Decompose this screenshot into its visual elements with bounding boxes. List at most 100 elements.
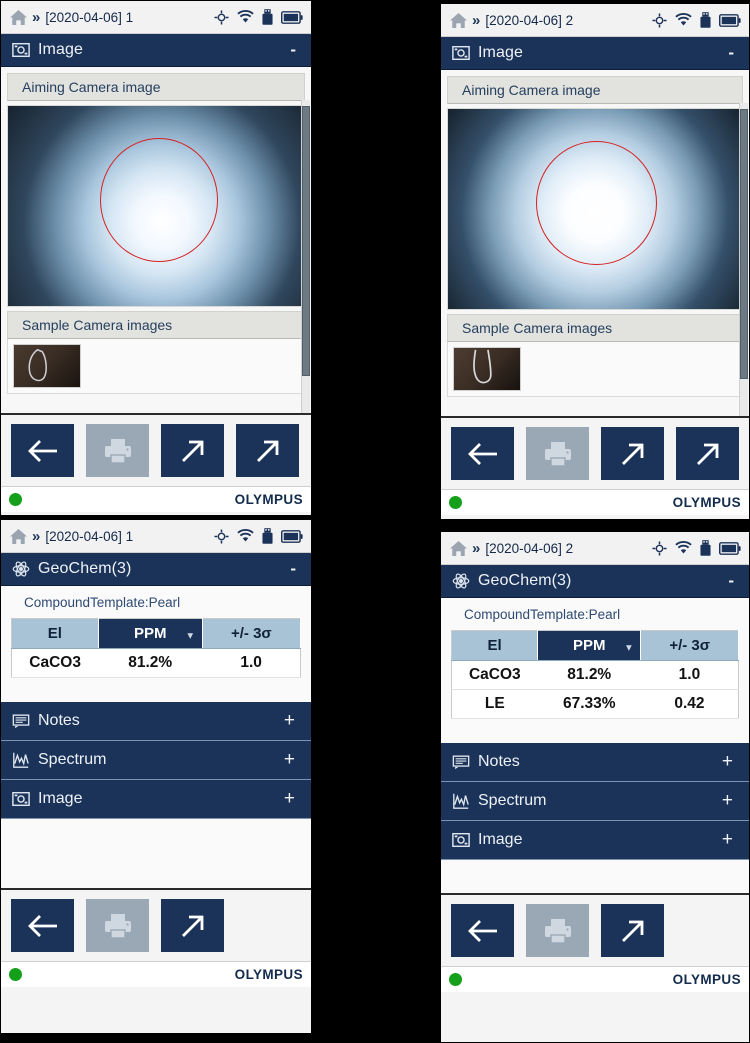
toolbar bbox=[1, 413, 311, 486]
scrollbar-thumb[interactable] bbox=[302, 106, 310, 376]
notes-icon bbox=[452, 755, 470, 770]
compound-template-label: CompoundTemplate:Pearl bbox=[24, 595, 181, 610]
collapse-toggle[interactable]: - bbox=[290, 40, 300, 60]
gps-icon bbox=[214, 9, 229, 25]
back-button[interactable] bbox=[11, 424, 74, 477]
collapse-toggle[interactable]: - bbox=[728, 571, 738, 591]
sample-thumbnail[interactable] bbox=[453, 347, 521, 391]
column-header-ppm[interactable]: PPM ▾ bbox=[98, 618, 203, 649]
arrow-upright-icon bbox=[696, 443, 718, 465]
aiming-camera-wrap bbox=[447, 104, 743, 314]
column-header-ppm[interactable]: PPM ▾ bbox=[537, 630, 642, 661]
arrow-upright-icon bbox=[621, 920, 643, 942]
collapsed-title: Image bbox=[38, 790, 83, 807]
gps-icon bbox=[652, 12, 667, 28]
aiming-camera-image[interactable] bbox=[7, 105, 305, 307]
breadcrumb: [2020-04-06] 2 bbox=[485, 540, 574, 556]
image-scrollbar[interactable] bbox=[301, 100, 310, 413]
section-header-image[interactable]: Image - bbox=[441, 37, 749, 70]
share-button[interactable] bbox=[236, 424, 299, 477]
collapsed-section-notes[interactable]: Notes + bbox=[441, 743, 749, 782]
brand-logo: OLYMPUS bbox=[234, 492, 303, 507]
back-button[interactable] bbox=[451, 427, 514, 480]
section-header-image[interactable]: Image - bbox=[1, 34, 311, 67]
status-led-green bbox=[449, 973, 462, 986]
collapsed-section-spectrum[interactable]: Spectrum + bbox=[441, 782, 749, 821]
column-header-ppm-label: PPM bbox=[133, 625, 167, 642]
collapsed-section-image[interactable]: Image + bbox=[1, 780, 311, 819]
expand-toggle[interactable]: + bbox=[722, 751, 738, 773]
footer: OLYMPUS bbox=[441, 489, 749, 515]
status-bar: » [2020-04-06] 1 bbox=[1, 1, 311, 34]
collapse-toggle[interactable]: - bbox=[290, 559, 300, 579]
wifi-icon bbox=[675, 541, 692, 554]
chevron-down-icon: ▾ bbox=[626, 642, 632, 654]
print-button[interactable] bbox=[526, 904, 589, 957]
expand-toggle[interactable]: + bbox=[284, 710, 300, 732]
back-button[interactable] bbox=[11, 899, 74, 952]
collapse-toggle[interactable]: - bbox=[728, 43, 738, 63]
cell-element: LE bbox=[451, 689, 538, 719]
necklace-outline bbox=[28, 348, 47, 382]
column-header-error[interactable]: +/- 3σ bbox=[640, 630, 739, 661]
toolbar bbox=[441, 893, 749, 966]
gps-icon bbox=[652, 540, 667, 556]
atom-icon bbox=[12, 561, 30, 577]
table-row[interactable]: CaCO3 81.2% 1.0 bbox=[451, 660, 739, 690]
export-button[interactable] bbox=[161, 424, 224, 477]
home-icon[interactable] bbox=[449, 12, 468, 29]
collapsed-section-notes[interactable]: Notes + bbox=[1, 702, 311, 741]
column-header-el[interactable]: El bbox=[11, 618, 99, 649]
toolbar bbox=[441, 416, 749, 489]
printer-icon bbox=[104, 913, 131, 939]
collapsed-section-spectrum[interactable]: Spectrum + bbox=[1, 741, 311, 780]
cell-element: CaCO3 bbox=[451, 660, 538, 690]
collapsed-section-image[interactable]: Image + bbox=[441, 821, 749, 860]
print-button[interactable] bbox=[86, 424, 149, 477]
section-header-geochem[interactable]: GeoChem(3) - bbox=[1, 553, 311, 586]
print-button[interactable] bbox=[526, 427, 589, 480]
expand-toggle[interactable]: + bbox=[722, 829, 738, 851]
aiming-camera-image[interactable] bbox=[447, 108, 743, 310]
section-title: GeoChem(3) bbox=[478, 572, 572, 589]
status-bar-icons bbox=[652, 12, 741, 28]
status-led-green bbox=[9, 968, 22, 981]
print-button[interactable] bbox=[86, 899, 149, 952]
export-button[interactable] bbox=[161, 899, 224, 952]
home-icon[interactable] bbox=[449, 540, 468, 557]
export-button[interactable] bbox=[601, 904, 664, 957]
status-bar-icons bbox=[214, 9, 303, 25]
breadcrumb: [2020-04-06] 1 bbox=[45, 9, 134, 25]
scrollbar-thumb[interactable] bbox=[740, 109, 748, 379]
geochem-spacer bbox=[441, 727, 749, 743]
printer-icon bbox=[544, 441, 571, 467]
home-icon[interactable] bbox=[9, 9, 28, 26]
back-button[interactable] bbox=[451, 904, 514, 957]
status-led-green bbox=[9, 493, 22, 506]
column-header-error[interactable]: +/- 3σ bbox=[202, 618, 302, 649]
home-icon[interactable] bbox=[9, 528, 28, 545]
image-scrollbar[interactable] bbox=[739, 103, 748, 416]
image-icon bbox=[12, 791, 30, 807]
usb-icon bbox=[262, 528, 273, 544]
expand-toggle[interactable]: + bbox=[284, 749, 300, 771]
bottom-spacer bbox=[441, 860, 749, 893]
cell-error: 1.0 bbox=[202, 648, 301, 678]
aim-target-circle bbox=[99, 138, 219, 262]
wifi-icon bbox=[675, 13, 692, 26]
section-header-geochem[interactable]: GeoChem(3) - bbox=[441, 565, 749, 598]
sample-thumbnail[interactable] bbox=[13, 344, 81, 388]
column-header-el[interactable]: El bbox=[451, 630, 539, 661]
share-button[interactable] bbox=[676, 427, 739, 480]
expand-toggle[interactable]: + bbox=[284, 788, 300, 810]
status-bar-left: » [2020-04-06] 1 bbox=[9, 9, 214, 26]
expand-toggle[interactable]: + bbox=[722, 790, 738, 812]
status-bar-left: » [2020-04-06] 2 bbox=[449, 540, 652, 557]
table-row[interactable]: CaCO3 81.2% 1.0 bbox=[11, 648, 301, 678]
cell-ppm: 81.2% bbox=[98, 648, 203, 678]
export-button[interactable] bbox=[601, 427, 664, 480]
table-row[interactable]: LE 67.33% 0.42 bbox=[451, 689, 739, 719]
table-header-row: El PPM ▾ +/- 3σ bbox=[11, 618, 302, 649]
collapsed-title: Notes bbox=[478, 753, 520, 770]
aiming-camera-label: Aiming Camera image bbox=[7, 73, 305, 101]
